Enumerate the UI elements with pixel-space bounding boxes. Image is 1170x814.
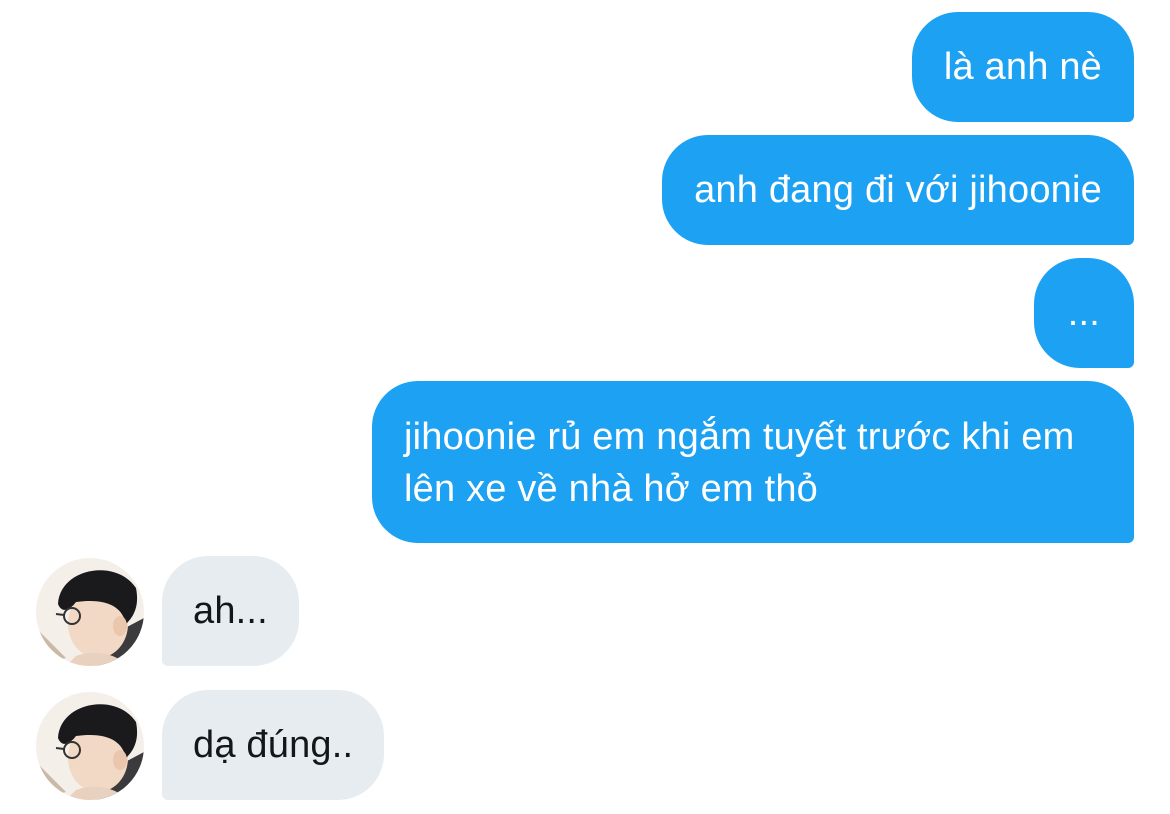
- incoming-message-bubble[interactable]: ah...: [162, 556, 299, 666]
- contact-avatar[interactable]: [36, 692, 144, 800]
- outgoing-message-bubble[interactable]: là anh nè: [911, 12, 1134, 122]
- outgoing-message-bubble[interactable]: ...: [1033, 258, 1134, 368]
- incoming-message-bubble[interactable]: dạ đúng..: [162, 690, 385, 800]
- outgoing-message-bubble[interactable]: jihoonie rủ em ngắm tuyết trước khi em l…: [372, 381, 1134, 543]
- avatar-photo-icon: [36, 558, 144, 666]
- avatar-photo-icon: [36, 692, 144, 800]
- outgoing-message-bubble[interactable]: anh đang đi với jihoonie: [662, 135, 1134, 245]
- contact-avatar[interactable]: [36, 558, 144, 666]
